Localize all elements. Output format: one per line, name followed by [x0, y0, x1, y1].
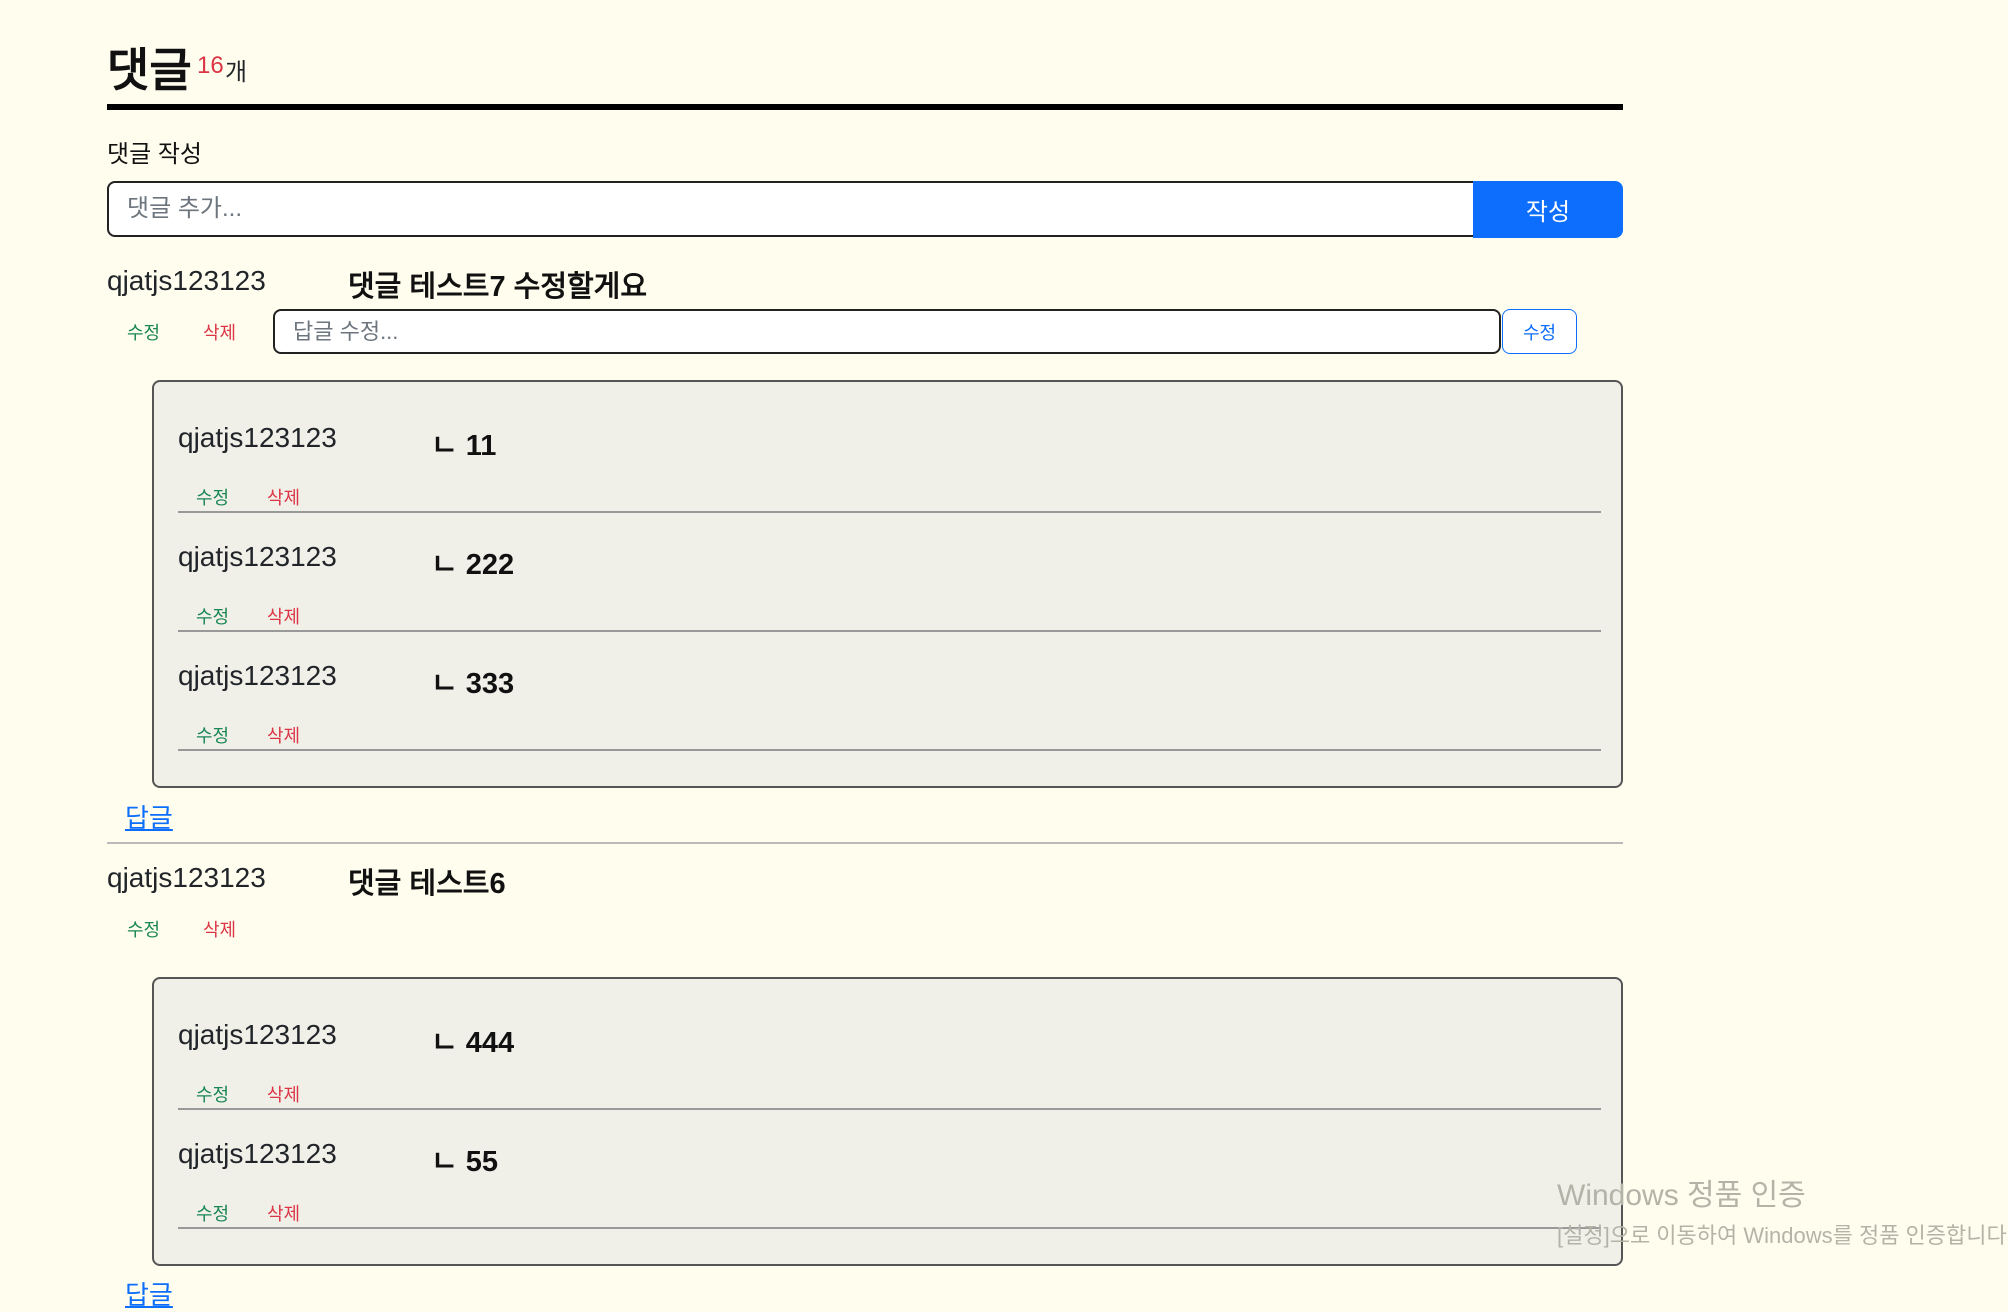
comment-divider [107, 842, 1623, 844]
comment-text: 댓글 테스트7 수정할게요 [348, 271, 648, 303]
reply-author: qjatjs123123 [178, 1138, 337, 1169]
reply-delete-button[interactable]: 삭제 [267, 722, 300, 748]
comment-author: qjatjs123123 [107, 265, 266, 296]
reply-link[interactable]: 답글 [125, 1275, 173, 1312]
reply-edit-submit-button[interactable]: 수정 [1502, 309, 1577, 354]
reply-item: qjatjs123123 ㄴ 55 수정 삭제 [178, 1108, 1601, 1229]
comment-author: qjatjs123123 [107, 862, 266, 893]
comment-input[interactable] [107, 181, 1578, 237]
reply-text: ㄴ 444 [431, 1027, 515, 1059]
reply-delete-button[interactable]: 삭제 [267, 603, 300, 629]
reply-text: ㄴ 222 [431, 549, 515, 581]
reply-edit-input[interactable] [273, 309, 1501, 354]
reply-edit-button[interactable]: 수정 [196, 1200, 229, 1226]
reply-item: qjatjs123123 ㄴ 222 수정 삭제 [178, 511, 1601, 632]
reply-list: qjatjs123123 ㄴ 444 수정 삭제 qjatjs123123 ㄴ … [152, 977, 1623, 1266]
comment-edit-button[interactable]: 수정 [127, 319, 160, 345]
reply-item: qjatjs123123 ㄴ 333 수정 삭제 [178, 630, 1601, 751]
reply-edit-button[interactable]: 수정 [196, 722, 229, 748]
reply-text: ㄴ 333 [431, 668, 515, 700]
reply-author: qjatjs123123 [178, 660, 337, 691]
comment-count-unit: 개 [225, 59, 248, 86]
watermark-title: Windows 정품 인증 [1557, 1179, 1806, 1212]
write-comment-label: 댓글 작성 [107, 141, 202, 168]
reply-text: ㄴ 11 [431, 430, 497, 462]
reply-edit-button[interactable]: 수정 [196, 603, 229, 629]
reply-text: ㄴ 55 [431, 1146, 498, 1178]
reply-list: qjatjs123123 ㄴ 11 수정 삭제 qjatjs123123 ㄴ 2… [152, 380, 1623, 788]
comment-delete-button[interactable]: 삭제 [203, 319, 236, 345]
reply-delete-button[interactable]: 삭제 [267, 1081, 300, 1107]
windows-activation-watermark: Windows 정품 인증 [설정]으로 이동하여 Windows를 정품 인증… [1557, 1170, 2008, 1250]
comment-edit-button[interactable]: 수정 [127, 916, 160, 942]
comments-title: 댓글 [107, 44, 192, 96]
reply-link[interactable]: 답글 [125, 798, 173, 835]
comment-count: 16 [197, 52, 224, 79]
reply-author: qjatjs123123 [178, 541, 337, 572]
comments-header: 댓글 16 개 [107, 28, 1623, 110]
comment-delete-button[interactable]: 삭제 [203, 916, 236, 942]
reply-item: qjatjs123123 ㄴ 11 수정 삭제 [178, 392, 1601, 513]
reply-delete-button[interactable]: 삭제 [267, 1200, 300, 1226]
watermark-subtitle: [설정]으로 이동하여 Windows를 정품 인증합니다. [1557, 1223, 2008, 1248]
submit-comment-button[interactable]: 작성 [1473, 181, 1623, 238]
reply-author: qjatjs123123 [178, 1019, 337, 1050]
reply-author: qjatjs123123 [178, 422, 337, 453]
comment-text: 댓글 테스트6 [348, 868, 506, 900]
reply-edit-button[interactable]: 수정 [196, 1081, 229, 1107]
reply-item: qjatjs123123 ㄴ 444 수정 삭제 [178, 989, 1601, 1110]
reply-delete-button[interactable]: 삭제 [267, 484, 300, 510]
reply-edit-button[interactable]: 수정 [196, 484, 229, 510]
